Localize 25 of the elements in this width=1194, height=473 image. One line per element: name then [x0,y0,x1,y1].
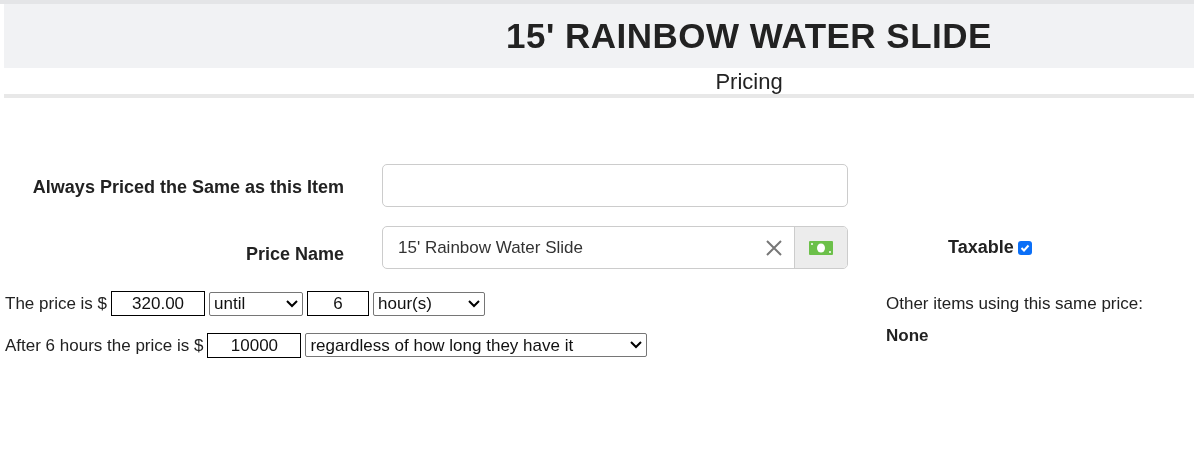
other-items-value: None [886,324,930,347]
input-field[interactable]: 10000 [207,332,302,358]
section-title: Pricing [715,67,783,96]
price-button[interactable] [794,227,847,268]
taxable-label: Taxable [948,236,1014,259]
chevron-down-icon [630,341,643,350]
money-icon [809,240,833,255]
other-items-label: Other items using this same price: [886,293,1143,315]
item-field[interactable] [382,164,848,207]
dropdown[interactable]: hour(s) [373,291,486,316]
dropdown[interactable]: until [209,291,304,316]
input-field[interactable]: 6 [307,291,370,317]
dropdown[interactable]: regardless of how long they have it [305,333,648,358]
taxable-checkbox[interactable] [1017,240,1032,255]
field-label: Price Name [245,243,344,266]
chevron-down-icon [468,299,481,308]
field-label: Always Priced the Same as this Item [32,176,344,199]
price-text: After 6 hours the price is $ [5,334,204,357]
chevron-down-icon [286,299,299,308]
check-icon [1019,242,1030,253]
close-icon [766,239,782,256]
price-text: The price is $ [5,293,108,315]
price-name-field[interactable]: 15' Rainbow Water Slide [382,226,848,269]
page-title: 15' RAINBOW WATER SLIDE [506,14,992,57]
input-field[interactable]: 320.00 [111,291,206,317]
